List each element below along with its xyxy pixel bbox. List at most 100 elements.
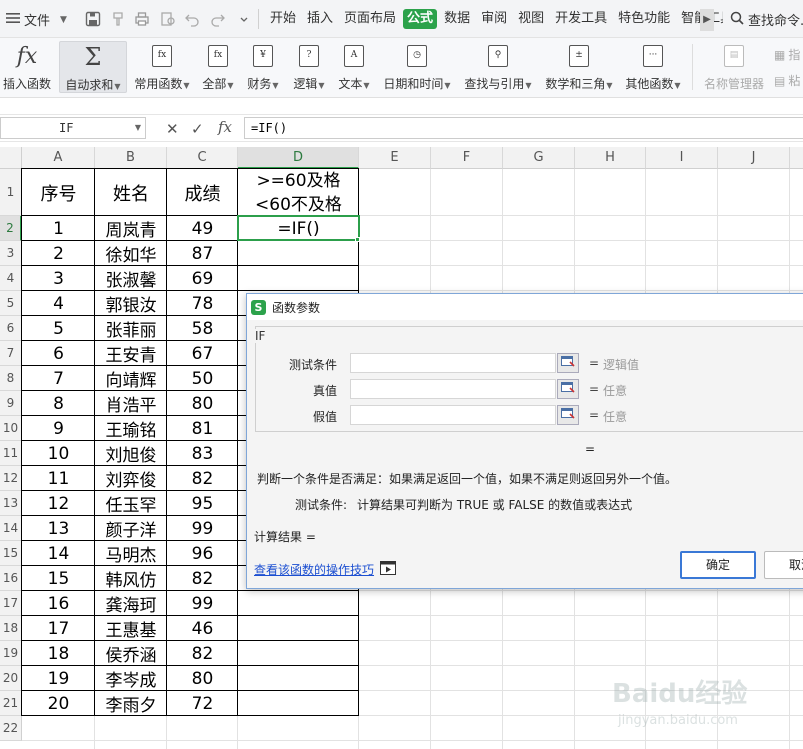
param-input-test[interactable]	[350, 353, 556, 373]
cell-name[interactable]: 龚海珂	[95, 591, 167, 616]
chevron-down-icon[interactable]	[236, 11, 248, 27]
cell-name[interactable]: 徐如华	[95, 241, 167, 266]
row-header-8[interactable]: 8	[0, 366, 22, 391]
range-select-button[interactable]	[557, 353, 579, 373]
formula-input[interactable]: =IF()	[244, 117, 803, 139]
row-header-1[interactable]: 1	[0, 169, 22, 216]
cell-name[interactable]: 张淑馨	[95, 266, 167, 291]
row-header-18[interactable]: 18	[0, 616, 22, 641]
cell-score[interactable]: 82	[167, 641, 238, 666]
cell-index[interactable]: 8	[22, 391, 95, 416]
tab-page-layout[interactable]: 页面布局	[340, 9, 400, 29]
name-manager-button[interactable]: ▤ 名称管理器	[700, 41, 768, 93]
cell-index[interactable]: 9	[22, 416, 95, 441]
command-search[interactable]: 查找命令...	[730, 10, 803, 29]
all-functions-button[interactable]: fx 全部▼	[199, 41, 237, 93]
name-box[interactable]: IF ▼	[0, 117, 146, 139]
cell-index[interactable]: 19	[22, 666, 95, 691]
column-header-c[interactable]: C	[167, 147, 238, 169]
column-header-i[interactable]: I	[646, 147, 718, 169]
tab-review[interactable]: 审阅	[477, 9, 511, 29]
row-header-21[interactable]: 21	[0, 691, 22, 716]
row-header-2[interactable]: 2	[0, 216, 22, 241]
cell-name[interactable]: 颜子洋	[95, 516, 167, 541]
undo-icon[interactable]	[184, 11, 200, 27]
cell-score[interactable]: 99	[167, 591, 238, 616]
cell-name[interactable]: 韩风仿	[95, 566, 167, 591]
insert-function-button[interactable]: fx 插入函数	[2, 41, 52, 93]
cell-score[interactable]: 83	[167, 441, 238, 466]
cell-index[interactable]: 16	[22, 591, 95, 616]
finance-button[interactable]: ¥ 财务▼	[244, 41, 282, 93]
cell-score[interactable]: 69	[167, 266, 238, 291]
row-header-22[interactable]: 22	[0, 716, 22, 741]
save-icon[interactable]	[85, 11, 101, 27]
cell-score[interactable]: 58	[167, 316, 238, 341]
row-header-7[interactable]: 7	[0, 341, 22, 366]
cell-name[interactable]: 张菲丽	[95, 316, 167, 341]
cell-score[interactable]: 81	[167, 416, 238, 441]
cell-score[interactable]: 67	[167, 341, 238, 366]
cell-score[interactable]: 99	[167, 516, 238, 541]
other-functions-button[interactable]: ··· 其他函数▼	[622, 41, 684, 93]
cell-score[interactable]: 96	[167, 541, 238, 566]
cell-name[interactable]: 刘弈俊	[95, 466, 167, 491]
cell-index[interactable]: 4	[22, 291, 95, 316]
range-select-button[interactable]	[557, 405, 579, 425]
row-header-12[interactable]: 12	[0, 466, 22, 491]
select-all-corner[interactable]	[0, 147, 22, 169]
cell-index[interactable]: 12	[22, 491, 95, 516]
cell-index[interactable]: 14	[22, 541, 95, 566]
row-header-16[interactable]: 16	[0, 566, 22, 591]
cell-name[interactable]: 李雨夕	[95, 691, 167, 716]
row-header-15[interactable]: 15	[0, 541, 22, 566]
tab-special[interactable]: 特色功能	[614, 9, 674, 29]
cell-score[interactable]: 95	[167, 491, 238, 516]
row-header-5[interactable]: 5	[0, 291, 22, 316]
cell-index[interactable]: 2	[22, 241, 95, 266]
cell-index[interactable]: 1	[22, 216, 95, 241]
cell-name[interactable]: 王安青	[95, 341, 167, 366]
column-header-b[interactable]: B	[95, 147, 167, 169]
param-input-false[interactable]	[350, 405, 556, 425]
column-header-d[interactable]: D	[238, 147, 359, 169]
cell-index[interactable]: 11	[22, 466, 95, 491]
column-header-e[interactable]: E	[359, 147, 431, 169]
print-preview-icon[interactable]	[160, 11, 176, 27]
row-header-13[interactable]: 13	[0, 491, 22, 516]
cell-name[interactable]: 王瑜铭	[95, 416, 167, 441]
lookup-button[interactable]: ⚲ 查找与引用▼	[461, 41, 535, 93]
cell-index[interactable]: 10	[22, 441, 95, 466]
cell-index[interactable]: 18	[22, 641, 95, 666]
cell-score[interactable]: 80	[167, 666, 238, 691]
cell-score[interactable]: 82	[167, 466, 238, 491]
ok-button[interactable]: 确定	[680, 551, 756, 579]
cell-name[interactable]: 肖浩平	[95, 391, 167, 416]
cell-index[interactable]: 20	[22, 691, 95, 716]
tab-home[interactable]: 开始	[266, 9, 300, 29]
cell-index[interactable]: 17	[22, 616, 95, 641]
cell-score[interactable]: 78	[167, 291, 238, 316]
cell-index[interactable]: 5	[22, 316, 95, 341]
cell-name[interactable]: 刘旭俊	[95, 441, 167, 466]
format-painter-icon[interactable]	[110, 11, 126, 27]
cell-name[interactable]: 马明杰	[95, 541, 167, 566]
cell-name[interactable]: 王惠基	[95, 616, 167, 641]
dialog-titlebar[interactable]: S 函数参数	[247, 294, 803, 320]
text-functions-button[interactable]: A 文本▼	[335, 41, 373, 93]
print-icon[interactable]	[134, 11, 150, 27]
tabs-scroll-right-button[interactable]: ▶	[700, 9, 714, 31]
cell-index[interactable]: 6	[22, 341, 95, 366]
autosum-button[interactable]: Σ 自动求和▼	[59, 41, 127, 93]
cell-score[interactable]: 50	[167, 366, 238, 391]
datetime-button[interactable]: ◷ 日期和时间▼	[380, 41, 454, 93]
range-select-button[interactable]	[557, 379, 579, 399]
column-header-g[interactable]: G	[503, 147, 575, 169]
common-functions-button[interactable]: fx 常用函数▼	[131, 41, 193, 93]
column-header-f[interactable]: F	[431, 147, 503, 169]
tab-insert[interactable]: 插入	[303, 9, 337, 29]
cell-index[interactable]: 3	[22, 266, 95, 291]
cell-name[interactable]: 李岑成	[95, 666, 167, 691]
cell-index[interactable]: 7	[22, 366, 95, 391]
cancel-button[interactable]: 取消	[764, 551, 803, 579]
